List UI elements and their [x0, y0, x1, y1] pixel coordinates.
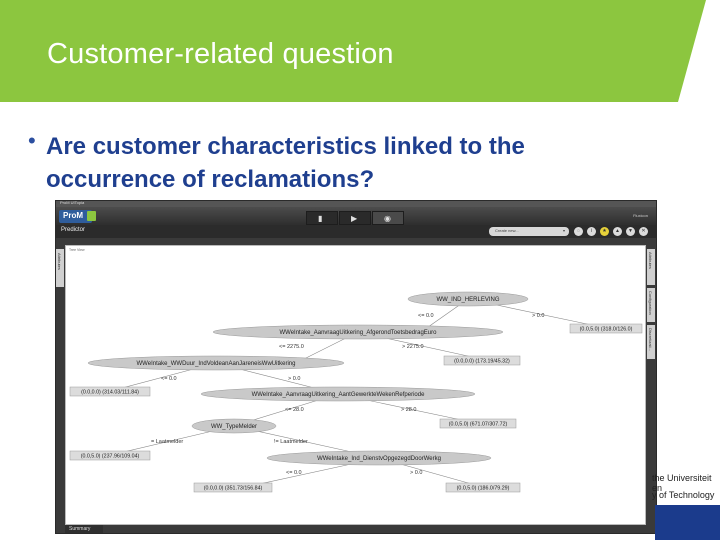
fluxicon-brand: Fluxicon	[633, 213, 648, 218]
edge-label-11: <= 0.0	[286, 470, 302, 476]
edge-label-3: <= 2275.0	[279, 344, 304, 350]
import-icon: ▲	[615, 228, 620, 234]
refresh-icon: ◌	[577, 228, 580, 234]
tree-leaf-label-4: (0.0,5.0) (671.07/307.72)	[449, 422, 508, 428]
attributes-side-tab-label: Attributes	[57, 253, 62, 270]
info-button[interactable]: i	[587, 227, 596, 236]
create-new-dropdown[interactable]: Create new... ▾	[489, 227, 569, 236]
university-name-line-3: y of Technology	[652, 490, 715, 500]
tree-leaf-label-6: (0.0,0.0) (351.73/156.84)	[204, 486, 263, 492]
edge-label-10: != Laatmelder	[274, 439, 308, 445]
edge-label-1: <= 0.0	[418, 313, 434, 319]
prom-window: ProM UITopia ProM ▮ ▶ ◉ Fluxicon Predict…	[55, 200, 657, 534]
prom-logo-text: ProM	[63, 211, 83, 220]
configuration-right-tab[interactable]: Configuration	[647, 288, 655, 322]
info-icon: i	[590, 228, 593, 234]
tree-leaves: (0.0,5.0) (318.0/126.0) (0.0,0.0) (173.1…	[69, 323, 643, 493]
summary-tab-label: Summary	[69, 526, 91, 532]
tab-views[interactable]: ◉	[372, 211, 404, 225]
close-icon: ✕	[641, 228, 646, 234]
prom-logo-badge-icon	[87, 211, 96, 221]
tree-node-label-6: WWeIntake_Ind_DienstvOpgezegdDoorWerkg	[317, 456, 441, 462]
summary-tab[interactable]: Summary	[65, 525, 103, 533]
tree-leaf-label-7: (0.0,5.0) (186.0/79.29)	[457, 486, 510, 492]
import-button[interactable]: ▲	[613, 227, 622, 236]
university-name-line-1: the Universiteit	[652, 473, 712, 483]
view-title: Predictor	[61, 227, 86, 233]
tree-leaf-label-1: (0.0,5.0) (318.0/126.0)	[580, 327, 633, 333]
tab-actions[interactable]: ▶	[339, 211, 371, 225]
play-icon: ▶	[351, 214, 358, 223]
export-icon: ▼	[628, 228, 633, 234]
tree-node-label-1: WW_IND_HERLEVING	[436, 297, 499, 303]
favorite-button[interactable]: ★	[600, 227, 609, 236]
prom-window-title: ProM UITopia	[60, 200, 85, 205]
attributes-right-tab[interactable]: Attributes	[647, 249, 655, 285]
prom-logo: ProM	[59, 210, 96, 223]
prom-toolbar: ProM ▮ ▶ ◉ Fluxicon	[56, 207, 656, 225]
edge-label-5: <= 0.0	[161, 376, 177, 382]
export-button[interactable]: ▼	[626, 227, 635, 236]
tree-leaf-label-5: (0.0,5.0) (237.96/109.04)	[81, 454, 140, 460]
discretization-right-tab[interactable]: Discretizati...	[647, 325, 655, 359]
tree-node-label-4: WWeIntake_AanvraagUitkering_AantGewerkte…	[252, 392, 426, 398]
configuration-right-tab-label: Configuration	[648, 291, 653, 315]
refresh-button[interactable]: ◌	[574, 227, 583, 236]
star-icon: ★	[602, 228, 607, 234]
attributes-right-tab-label: Attributes	[648, 252, 653, 269]
folder-icon: ▮	[318, 214, 323, 223]
attributes-side-tab[interactable]: Attributes	[56, 249, 64, 287]
university-logo-bar	[655, 505, 720, 540]
tree-view-canvas[interactable]: Tree View WW_IND_HERLEVING WWeIntake_Aan…	[65, 245, 646, 525]
dropdown-value: Create new...	[495, 228, 519, 233]
tree-node-label-3: WWeIntake_WWDuur_IndVoldeanAanJareneisWw…	[137, 361, 296, 367]
close-button[interactable]: ✕	[639, 227, 648, 236]
discretization-right-tab-label: Discretizati...	[648, 328, 653, 351]
bullet-text: Are customer characteristics linked to t…	[46, 133, 525, 193]
edge-label-6: > 0.0	[288, 376, 300, 382]
edge-label-4: > 2275.0	[402, 344, 424, 350]
edge-label-9: = Laatmelder	[151, 439, 183, 445]
tree-node-label-5: WW_TypeMelder	[211, 424, 257, 430]
tab-workspace[interactable]: ▮	[306, 211, 338, 225]
tree-node-label-2: WWeIntake_AanvraagUitkering_AfgerondToet…	[280, 330, 438, 336]
edge-label-12: > 0.0	[410, 470, 422, 476]
chevron-down-icon: ▾	[562, 228, 565, 233]
eye-icon: ◉	[384, 214, 391, 223]
edge-label-2: > 0.0	[532, 313, 544, 319]
edge-label-8: > 28.0	[401, 407, 416, 413]
bullet-dot-icon: •	[28, 128, 36, 153]
tree-leaf-label-3: (0.0,0.0) (314.03/111.84)	[81, 390, 139, 396]
slide-title: Customer-related question	[47, 38, 394, 70]
edge-label-7: <= 28.0	[285, 407, 304, 413]
decision-tree: WW_IND_HERLEVING WWeIntake_AanvraagUitke…	[69, 291, 643, 493]
tree-leaf-label-2: (0.0,0.0) (173.19/45.32)	[454, 359, 510, 365]
prom-view-bar: Predictor Create new... ▾ ◌ i ★ ▲ ▼ ✕	[56, 225, 656, 238]
